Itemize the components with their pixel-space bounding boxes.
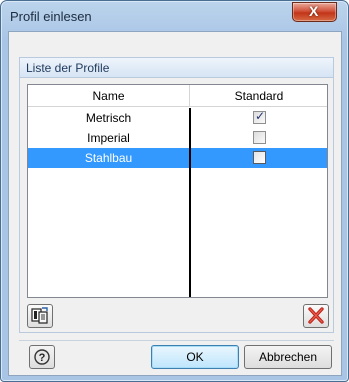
window-title: Profil einlesen: [10, 9, 92, 24]
separator: [19, 340, 334, 341]
profile-list-group: Liste der Profile Name Standard Metrisch…: [19, 57, 334, 333]
standard-checkbox[interactable]: [253, 151, 266, 164]
row-name: Imperial: [87, 131, 130, 145]
header-divider: [189, 85, 190, 107]
column-header-name[interactable]: Name: [28, 89, 189, 103]
import-profile-button[interactable]: [27, 304, 53, 328]
profile-table[interactable]: Name Standard Metrisch Imperial Stahlbau: [27, 84, 328, 298]
table-row-selected[interactable]: Stahlbau: [28, 148, 327, 168]
standard-checkbox[interactable]: [253, 109, 266, 124]
import-profile-icon: [31, 307, 48, 324]
delete-profile-button[interactable]: [303, 304, 329, 328]
group-title: Liste der Profile: [26, 61, 110, 75]
row-name: Stahlbau: [84, 151, 133, 165]
svg-text:?: ?: [39, 352, 46, 364]
help-icon: ?: [34, 349, 50, 365]
column-header-standard[interactable]: Standard: [191, 89, 327, 103]
row-name: Metrisch: [85, 111, 132, 125]
title-bar[interactable]: Profil einlesen X: [1, 1, 348, 31]
ok-button[interactable]: OK: [151, 345, 239, 369]
dialog-window: Profil einlesen X Liste der Profile Name…: [0, 0, 349, 382]
cancel-button[interactable]: Abbrechen: [244, 345, 332, 369]
help-button[interactable]: ?: [29, 345, 55, 369]
close-button[interactable]: X: [292, 2, 337, 22]
standard-checkbox[interactable]: [253, 131, 266, 144]
delete-icon: [308, 307, 324, 324]
close-icon: X: [309, 3, 319, 19]
table-header: Name Standard: [28, 85, 327, 107]
column-divider: [189, 108, 191, 297]
group-header: Liste der Profile: [20, 58, 333, 78]
table-row[interactable]: Metrisch: [28, 108, 327, 128]
table-row[interactable]: Imperial: [28, 128, 327, 148]
dialog-body: Liste der Profile Name Standard Metrisch…: [8, 31, 342, 376]
